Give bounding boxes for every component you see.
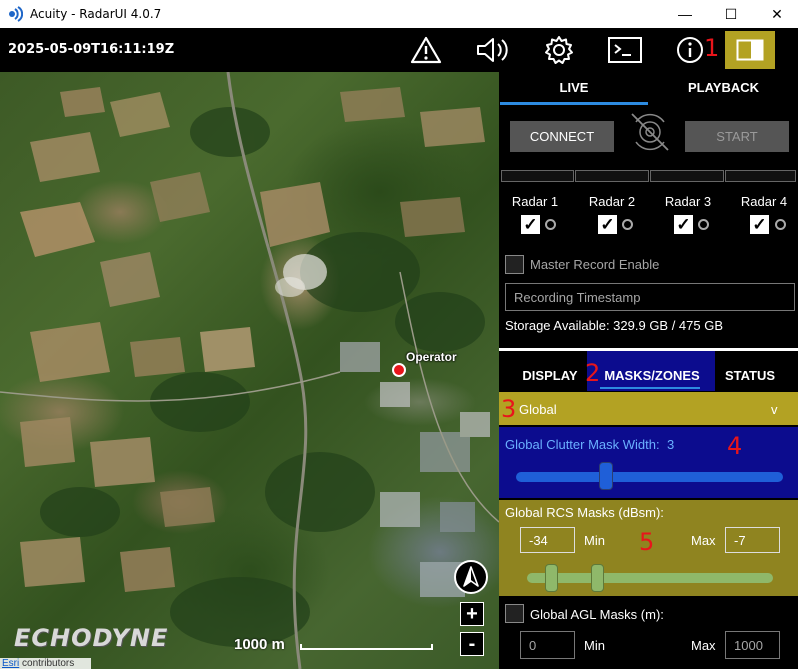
annotation-5: 5	[639, 528, 655, 556]
panel-toggle-icon	[736, 39, 764, 61]
radar-1-status-led	[545, 219, 556, 230]
info-icon[interactable]	[674, 32, 706, 68]
panel-toggle-button[interactable]	[725, 31, 775, 69]
agl-min-input[interactable]: 0	[520, 631, 575, 659]
start-button[interactable]: START	[685, 121, 789, 152]
radar-status-segment-4	[725, 170, 796, 182]
radar-1-label: Radar 1	[511, 194, 559, 209]
recording-timestamp-field[interactable]: Recording Timestamp	[505, 283, 795, 311]
gear-icon[interactable]	[542, 32, 576, 68]
radar-3-checkbox[interactable]: ✓	[674, 215, 693, 234]
warning-icon[interactable]	[408, 32, 444, 68]
satellite-map[interactable]: Operator + - ECHODYNE 1000 m Esri contri…	[0, 72, 499, 669]
annotation-3: 3	[501, 395, 517, 423]
agl-mask-checkbox[interactable]	[505, 604, 524, 623]
annotation-4: 4	[727, 432, 743, 460]
terminal-icon[interactable]	[605, 32, 645, 68]
clutter-slider-thumb[interactable]	[599, 462, 614, 490]
close-button[interactable]: ✕	[754, 0, 798, 28]
rcs-max-label: Max	[691, 533, 716, 548]
rcs-mask-section: Global RCS Masks (dBsm): -34 Min 5 Max -…	[499, 500, 798, 596]
rcs-min-label: Min	[584, 533, 605, 548]
radar-status-segment-1	[501, 170, 574, 182]
annotation-2: 2	[585, 359, 601, 387]
rcs-mask-label: Global RCS Masks (dBsm):	[505, 505, 664, 520]
tab-masks-zones[interactable]: MASKS/ZONES	[599, 368, 705, 383]
agl-max-input[interactable]: 1000	[725, 631, 780, 659]
minimize-button[interactable]: —	[662, 0, 708, 28]
master-record-label: Master Record Enable	[530, 257, 660, 272]
utc-timestamp: 2025-05-09T16:11:19Z	[8, 42, 175, 57]
tab-live-underline	[500, 102, 648, 105]
rcs-slider-max-thumb[interactable]	[591, 564, 604, 592]
chevron-down-icon: v	[771, 402, 778, 417]
map-attribution: Esri contributors	[0, 658, 91, 669]
esri-link[interactable]: Esri	[2, 658, 19, 669]
compass-button[interactable]	[454, 560, 488, 594]
maximize-button[interactable]: ☐	[708, 0, 754, 28]
radar-1-checkbox[interactable]: ✓	[521, 215, 540, 234]
clutter-mask-section: Global Clutter Mask Width: 3 4	[499, 427, 798, 498]
clutter-slider-track[interactable]	[516, 472, 783, 482]
global-dropdown[interactable]: 3 Global v	[499, 392, 798, 425]
attribution-text: contributors	[19, 658, 75, 669]
agl-mask-label: Global AGL Masks (m):	[530, 607, 664, 622]
map-terrain	[0, 72, 499, 669]
radar-4-status-led	[775, 219, 786, 230]
agl-min-label: Min	[584, 638, 605, 653]
storage-available: Storage Available: 329.9 GB / 475 GB	[505, 318, 724, 333]
zoom-out-button[interactable]: -	[460, 632, 484, 656]
tab-status[interactable]: STATUS	[715, 368, 785, 383]
master-record-checkbox[interactable]	[505, 255, 524, 274]
app-header: 2025-05-09T16:11:19Z 1	[0, 28, 798, 72]
radar-status-segment-2	[575, 170, 649, 182]
radar-4-checkbox[interactable]: ✓	[750, 215, 769, 234]
speaker-icon[interactable]	[474, 32, 514, 68]
radar-2-checkbox[interactable]: ✓	[598, 215, 617, 234]
radar-status-segment-3	[650, 170, 724, 182]
acuity-logo-icon	[9, 6, 23, 22]
operator-label: Operator	[406, 350, 457, 364]
rcs-min-input[interactable]: -34	[520, 527, 575, 553]
scale-label: 1000 m	[234, 636, 285, 653]
scale-bar	[300, 644, 433, 650]
agl-max-label: Max	[691, 638, 716, 653]
window-titlebar: Acuity - RadarUI 4.0.7 — ☐ ✕	[0, 0, 798, 28]
tab-display[interactable]: DISPLAY	[511, 368, 589, 383]
radar-4-label: Radar 4	[740, 194, 788, 209]
global-dropdown-label: Global	[519, 402, 557, 417]
echodyne-logo: ECHODYNE	[14, 624, 169, 652]
window-title: Acuity - RadarUI 4.0.7	[30, 7, 162, 21]
radar-2-status-led	[622, 219, 633, 230]
radar-2-label: Radar 2	[588, 194, 636, 209]
connect-button[interactable]: CONNECT	[510, 121, 614, 152]
rcs-max-input[interactable]: -7	[725, 527, 780, 553]
clutter-mask-label: Global Clutter Mask Width:	[505, 437, 660, 452]
tab-live[interactable]: LIVE	[499, 80, 649, 95]
north-arrow-icon	[463, 566, 479, 587]
tab-playback[interactable]: PLAYBACK	[649, 80, 798, 95]
control-panel: LIVE PLAYBACK CONNECT START Radar 1 Rada…	[499, 72, 798, 669]
rcs-slider-min-thumb[interactable]	[545, 564, 558, 592]
tab-masks-underline	[600, 387, 700, 389]
rcs-slider-track[interactable]	[527, 573, 773, 583]
operator-marker[interactable]	[392, 363, 406, 377]
clutter-mask-value: 3	[667, 437, 675, 452]
annotation-1: 1	[704, 34, 720, 62]
radar-3-label: Radar 3	[664, 194, 712, 209]
zoom-in-button[interactable]: +	[460, 602, 484, 626]
radar-3-status-led	[698, 219, 709, 230]
radar-disconnected-icon	[631, 113, 669, 151]
